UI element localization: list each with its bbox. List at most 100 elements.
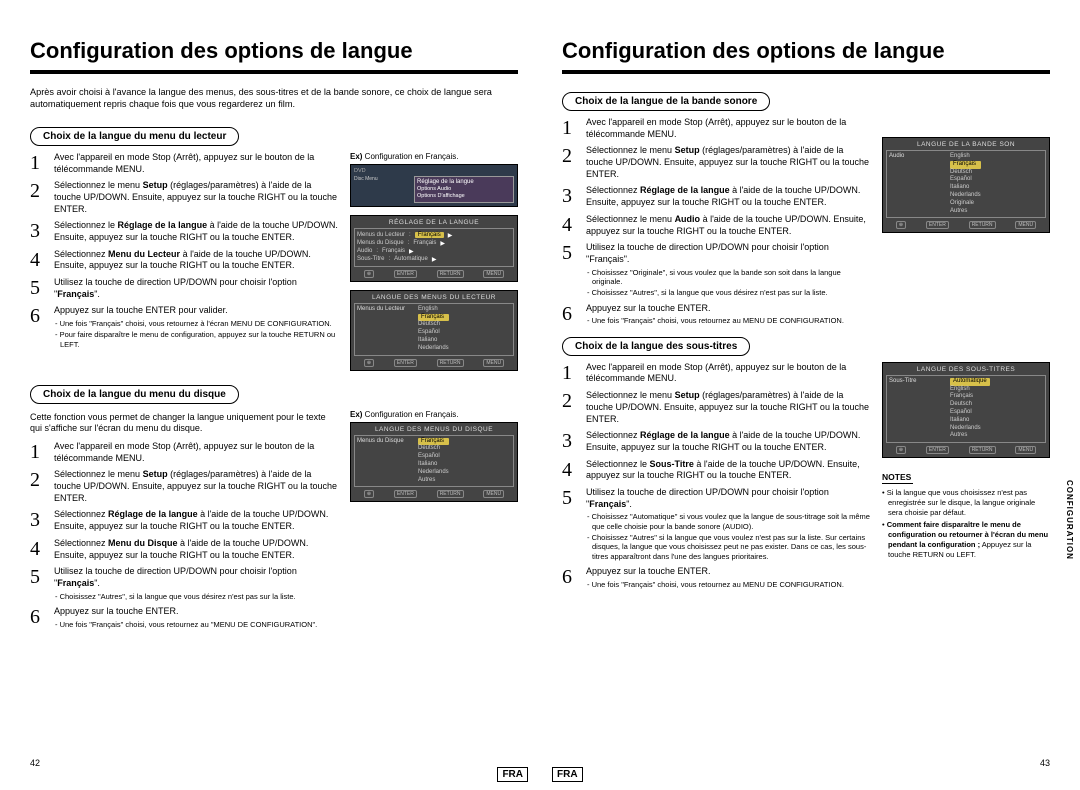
step-item: Sélectionnez le menu Setup (réglages/par… <box>30 469 340 504</box>
section-player-menu-lang: Choix de la langue du menu du lecteur Av… <box>30 121 518 379</box>
lang-option: Français <box>418 438 449 446</box>
page-left: Configuration des options de langue Aprè… <box>0 0 540 790</box>
section-header: Choix de la langue de la bande sonore <box>562 92 770 111</box>
lang-option: Français <box>950 161 981 169</box>
lang-option: Automatique <box>950 378 990 386</box>
lang-option: Español <box>418 453 449 461</box>
step-subnote: Choisissez "Autres", si la langue que vo… <box>54 592 340 601</box>
note-item: Comment faire disparaître le menu de con… <box>882 520 1050 559</box>
screenshot-player-menu-lang: LANGUE DES MENUS DU LECTEUR Menus du Lec… <box>350 290 518 371</box>
screenshot-audio-lang: LANGUE DE LA BANDE SON Audio EnglishFran… <box>882 137 1050 233</box>
lang-option: Italiano <box>418 337 449 345</box>
step-item: Appuyez sur la touche ENTER pour valider… <box>30 305 340 349</box>
step-subnote: Choisissez "Originale", si vous voulez q… <box>586 268 872 287</box>
steps-list: Avec l'appareil en mode Stop (Arrêt), ap… <box>562 362 872 590</box>
lang-option: Italiano <box>950 417 990 425</box>
lang-option: Français <box>418 314 449 322</box>
step-subnote: Une fois "Français" choisi, vous retourn… <box>586 316 872 325</box>
page-number: 42 <box>30 758 40 768</box>
lang-option: Deutsch <box>418 445 449 453</box>
lang-option: Autres <box>418 477 449 485</box>
note-item: Si la langue que vous choisissez n'est p… <box>882 488 1050 517</box>
lang-option: English <box>950 386 990 394</box>
step-item: Avec l'appareil en mode Stop (Arrêt), ap… <box>30 152 340 175</box>
lang-option: Nederlands <box>950 425 990 433</box>
step-subnote: Pour faire disparaître le menu de config… <box>54 330 340 349</box>
lang-option: Italiano <box>418 461 449 469</box>
notes-header: NOTES <box>882 472 913 484</box>
step-subnote: Choisissez "Autres" si la langue que vou… <box>586 533 872 561</box>
step-item: Sélectionnez le menu Setup (réglages/par… <box>562 145 872 180</box>
page-title-left: Configuration des options de langue <box>30 38 518 74</box>
step-item: Sélectionnez Menu du Disque à l'aide de … <box>30 538 340 561</box>
step-item: Appuyez sur la touche ENTER.Une fois "Fr… <box>562 566 872 589</box>
step-item: Appuyez sur la touche ENTER.Une fois "Fr… <box>30 606 340 629</box>
lang-option: Autres <box>950 208 981 216</box>
page-number: 43 <box>1040 758 1050 768</box>
lang-option: English <box>950 153 981 161</box>
step-item: Sélectionnez le menu Setup (réglages/par… <box>30 180 340 215</box>
step-item: Sélectionnez Réglage de la langue à l'ai… <box>30 509 340 532</box>
screenshot-subtitle-lang: LANGUE DES SOUS-TITRES Sous-Titre Automa… <box>882 362 1050 458</box>
lang-option: Deutsch <box>418 321 449 329</box>
steps-list: Avec l'appareil en mode Stop (Arrêt), ap… <box>30 152 340 349</box>
step-item: Appuyez sur la touche ENTER.Une fois "Fr… <box>562 303 872 326</box>
step-subnote: Une fois "Français" choisi, vous retourn… <box>54 319 340 328</box>
step-subnote: Choisissez "Autres", si la langue que vo… <box>586 288 872 297</box>
screenshot-disc-menu-lang: LANGUE DES MENUS DU DISQUE Menus du Disq… <box>350 422 518 503</box>
lang-option: Español <box>950 176 981 184</box>
lang-option: Español <box>418 329 449 337</box>
language-badge: FRA <box>552 767 583 782</box>
section-subtitle-lang: Choix de la langue des sous-titres Avec … <box>562 331 1050 595</box>
page-title-right: Configuration des options de langue <box>562 38 1050 74</box>
screenshot-setup-menu: DVD Disc Menu Réglage de la langue Optio… <box>350 164 518 207</box>
section-intro: Cette fonction vous permet de changer la… <box>30 412 340 435</box>
step-item: Avec l'appareil en mode Stop (Arrêt), ap… <box>562 362 872 385</box>
step-subnote: Une fois "Français" choisi, vous retourn… <box>586 580 872 589</box>
section-header: Choix de la langue du menu du lecteur <box>30 127 239 146</box>
lang-option: Nederlands <box>418 345 449 353</box>
lang-option: Español <box>950 409 990 417</box>
screenshot-language-settings: RÉGLAGE DE LA LANGUE Menus du Lecteur:Fr… <box>350 215 518 282</box>
intro-text: Après avoir choisi à l'avance la langue … <box>30 86 518 111</box>
section-header: Choix de la langue du menu du disque <box>30 385 239 404</box>
screenshot-column: LANGUE DE LA BANDE SON Audio EnglishFran… <box>882 117 1050 331</box>
lang-option: Deutsch <box>950 169 981 177</box>
lang-option: Autres <box>950 432 990 440</box>
language-badge: FRA <box>497 767 528 782</box>
example-label: Ex) Configuration en Français. <box>350 152 518 161</box>
side-tab: CONFIGURATION <box>1065 480 1074 560</box>
section-disc-menu-lang: Choix de la langue du menu du disque Cet… <box>30 379 518 634</box>
step-item: Sélectionnez le Sous-Titre à l'aide de l… <box>562 459 872 482</box>
page-right: Configuration des options de langue Choi… <box>540 0 1080 790</box>
step-item: Sélectionnez le Réglage de la langue à l… <box>30 220 340 243</box>
step-subnote: Choisissez "Automatique" si vous voulez … <box>586 512 872 531</box>
screenshot-column: Ex) Configuration en Français. LANGUE DE… <box>350 410 518 634</box>
step-item: Sélectionnez Menu du Lecteur à l'aide de… <box>30 249 340 272</box>
step-item: Sélectionnez le menu Setup (réglages/par… <box>562 390 872 425</box>
lang-option: Français <box>950 393 990 401</box>
step-item: Utilisez la touche de direction UP/DOWN … <box>30 566 340 601</box>
step-subnote: Une fois "Français" choisi, vous retourn… <box>54 620 340 629</box>
step-item: Sélectionnez le menu Audio à l'aide de l… <box>562 214 872 237</box>
step-item: Sélectionnez Réglage de la langue à l'ai… <box>562 430 872 453</box>
steps-list: Avec l'appareil en mode Stop (Arrêt), ap… <box>562 117 872 326</box>
notes-list: Si la langue que vous choisissez n'est p… <box>882 488 1050 559</box>
page-spread: Configuration des options de langue Aprè… <box>0 0 1080 790</box>
section-audio-lang: Choix de la langue de la bande sonore Av… <box>562 86 1050 331</box>
lang-option: Nederlands <box>950 192 981 200</box>
step-item: Utilisez la touche de direction UP/DOWN … <box>562 242 872 298</box>
step-item: Sélectionnez Réglage de la langue à l'ai… <box>562 185 872 208</box>
lang-option: Italiano <box>950 184 981 192</box>
step-item: Utilisez la touche de direction UP/DOWN … <box>562 487 872 561</box>
lang-option: Originale <box>950 200 981 208</box>
lang-option: English <box>418 306 449 314</box>
lang-option: Deutsch <box>950 401 990 409</box>
section-header: Choix de la langue des sous-titres <box>562 337 750 356</box>
step-item: Avec l'appareil en mode Stop (Arrêt), ap… <box>562 117 872 140</box>
screenshot-column: Ex) Configuration en Français. DVD Disc … <box>350 152 518 379</box>
steps-list: Avec l'appareil en mode Stop (Arrêt), ap… <box>30 441 340 629</box>
lang-option: Nederlands <box>418 469 449 477</box>
screenshot-column: LANGUE DES SOUS-TITRES Sous-Titre Automa… <box>882 362 1050 595</box>
step-item: Avec l'appareil en mode Stop (Arrêt), ap… <box>30 441 340 464</box>
